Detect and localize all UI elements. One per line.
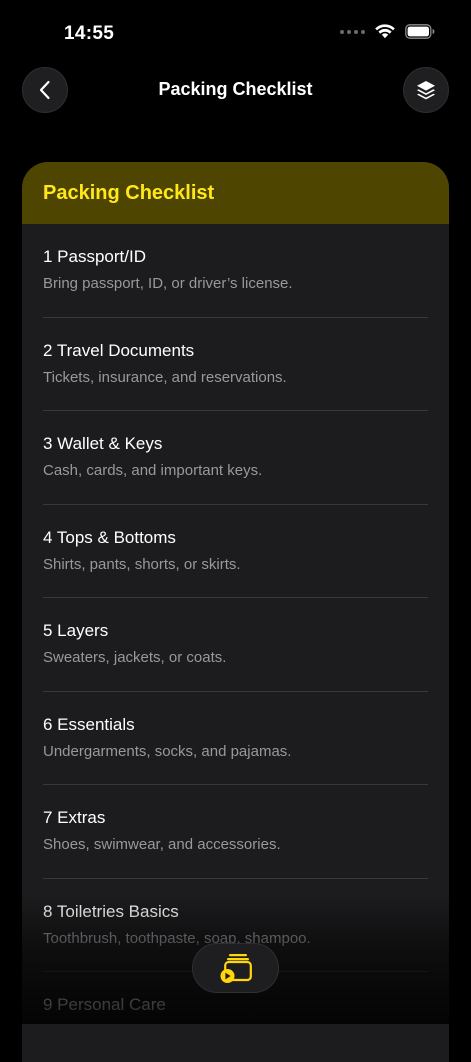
status-time: 14:55 <box>64 23 115 44</box>
list-item[interactable]: 4 Tops & Bottoms Shirts, pants, shorts, … <box>43 505 428 598</box>
item-title: 1 Passport/ID <box>43 247 146 266</box>
checklist-card: Packing Checklist 1 Passport/ID Bring pa… <box>22 162 449 1062</box>
card-header: Packing Checklist <box>22 162 449 224</box>
list-item[interactable]: 3 Wallet & Keys Cash, cards, and importa… <box>43 411 428 505</box>
item-description: Bring passport, ID, or driver’s license. <box>43 275 293 292</box>
list-item[interactable]: 7 Extras Shoes, swimwear, and accessorie… <box>43 785 428 879</box>
item-title: 5 Layers <box>43 621 109 640</box>
item-title: 8 Toiletries Basics <box>43 901 179 921</box>
item-description: Tickets, insurance, and reservations. <box>43 368 287 386</box>
list-item[interactable]: 5 Layers Sweaters, jackets, or coats. <box>43 598 428 692</box>
checklist: 1 Passport/ID Bring passport, ID, or dri… <box>22 224 449 1062</box>
item-title: 2 Travel Documents <box>43 340 195 360</box>
list-item[interactable]: 2 Travel Documents Tickets, insurance, a… <box>43 318 428 411</box>
page-title: Packing Checklist <box>158 79 313 99</box>
layers-icon <box>417 81 435 100</box>
item-description: Shirts, pants, shorts, or skirts. <box>43 555 241 573</box>
wifi-icon <box>375 24 395 39</box>
layers-button[interactable] <box>403 67 449 113</box>
item-description: Sweaters, jackets, or coats. <box>43 649 227 666</box>
item-description: Cash, cards, and important keys. <box>43 462 263 479</box>
list-item[interactable]: 1 Passport/ID Bring passport, ID, or dri… <box>43 224 428 318</box>
status-icons <box>340 24 435 39</box>
list-item[interactable]: 6 Essentials Undergarments, socks, and p… <box>43 692 428 785</box>
battery-icon <box>405 24 435 39</box>
item-title: 9 Personal Care <box>43 995 166 1014</box>
cellular-signal-icon <box>340 29 365 34</box>
media-button[interactable] <box>192 943 279 993</box>
card-title: Packing Checklist <box>43 181 215 204</box>
media-stack-icon <box>220 954 252 983</box>
item-title: 6 Essentials <box>43 714 135 734</box>
item-title: 7 Extras <box>43 808 106 827</box>
navigation-bar: Packing Checklist <box>0 66 471 114</box>
item-title: 4 Tops & Bottoms <box>43 527 176 547</box>
status-bar: 14:55 <box>0 0 471 64</box>
item-title: 3 Wallet & Keys <box>43 434 163 453</box>
item-description: Undergarments, socks, and pajamas. <box>43 742 292 760</box>
item-description: Shoes, swimwear, and accessories. <box>43 836 281 853</box>
